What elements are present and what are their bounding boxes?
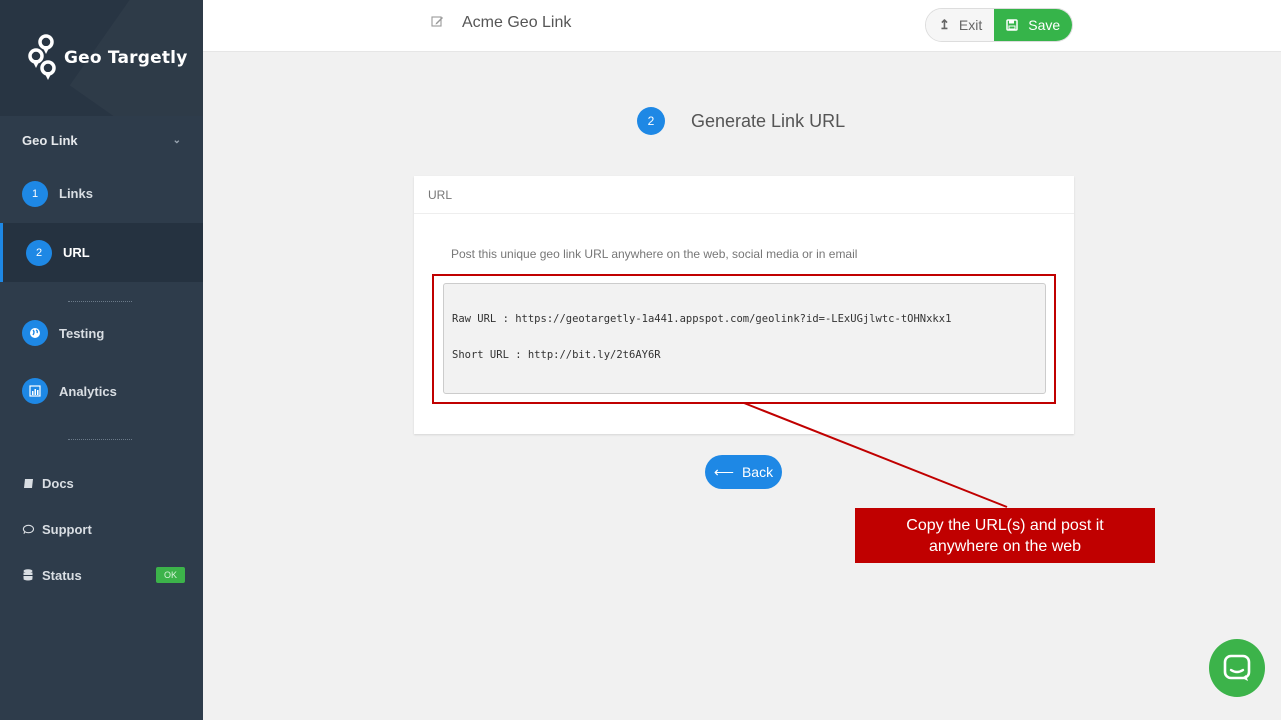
callout-annotation: Copy the URL(s) and post it anywhere on … xyxy=(855,508,1155,563)
sidebar-item-support[interactable]: Support xyxy=(0,506,203,552)
step-heading: 2 Generate Link URL xyxy=(637,107,845,135)
step-number-badge: 2 xyxy=(26,239,52,266)
back-label: Back xyxy=(741,464,774,480)
arrow-left-icon: ⟵ xyxy=(713,463,734,480)
database-icon xyxy=(22,569,34,581)
sidebar-item-testing[interactable]: Testing xyxy=(0,304,203,362)
chevron-down-icon: ⌄ xyxy=(172,134,181,146)
sidebar-item-label: Links xyxy=(59,186,93,201)
book-icon xyxy=(22,478,34,489)
sidebar-item-docs[interactable]: Docs xyxy=(0,460,203,506)
bar-chart-icon xyxy=(22,378,48,404)
url-output-box[interactable]: Raw URL : https://geotargetly-1a441.apps… xyxy=(443,283,1046,394)
chat-icon xyxy=(1223,654,1251,681)
sidebar: Geo Targetly Geo Link ⌄ 1 Links 2 URL Te… xyxy=(0,0,203,720)
page-title-text[interactable]: Acme Geo Link xyxy=(462,14,571,32)
save-label: Save xyxy=(1028,17,1061,33)
step-number-badge: 2 xyxy=(637,107,665,135)
nav-group-geo-link[interactable]: Geo Link ⌄ xyxy=(0,116,203,164)
url-card: URL Post this unique geo link URL anywhe… xyxy=(414,176,1074,434)
brand-name: Geo Targetly xyxy=(64,48,188,68)
short-url-text[interactable]: Short URL : http://bit.ly/2t6AY6R xyxy=(452,349,1037,385)
step-title: Generate Link URL xyxy=(691,110,846,131)
chat-widget-button[interactable] xyxy=(1209,639,1265,697)
sidebar-item-analytics[interactable]: Analytics xyxy=(0,362,203,420)
nav-group-label: Geo Link xyxy=(22,132,78,148)
page-title: Acme Geo Link xyxy=(431,14,571,32)
status-badge: OK xyxy=(155,567,185,583)
globe-icon xyxy=(22,320,48,346)
sidebar-item-status[interactable]: Status OK xyxy=(0,552,203,598)
back-button[interactable]: ⟵ Back xyxy=(705,455,782,489)
sidebar-item-url[interactable]: 2 URL xyxy=(0,223,203,282)
step-number-badge: 1 xyxy=(22,180,48,207)
sidebar-item-label: URL xyxy=(63,245,90,260)
save-button[interactable]: Save xyxy=(994,9,1073,41)
top-bar: Acme Geo Link ↥ Exit Save xyxy=(203,0,1281,52)
divider xyxy=(68,292,132,302)
exit-label: Exit xyxy=(958,17,983,33)
sidebar-item-links[interactable]: 1 Links xyxy=(0,164,203,223)
sidebar-item-label: Docs xyxy=(42,475,74,491)
edit-icon[interactable] xyxy=(431,15,444,31)
action-buttons: ↥ Exit Save xyxy=(925,8,1074,42)
sidebar-item-label: Testing xyxy=(59,325,105,341)
sidebar-item-label: Analytics xyxy=(59,383,117,399)
divider xyxy=(68,430,132,440)
exit-button[interactable]: ↥ Exit xyxy=(926,9,995,41)
raw-url-text[interactable]: Raw URL : https://geotargetly-1a441.apps… xyxy=(452,313,1037,349)
card-header: URL xyxy=(414,176,1074,214)
floppy-disk-icon xyxy=(1006,19,1018,31)
logo[interactable]: Geo Targetly xyxy=(0,0,203,116)
chat-bubble-icon xyxy=(22,524,34,535)
exit-icon: ↥ xyxy=(939,17,950,32)
location-pin-logo-icon xyxy=(28,34,56,80)
sidebar-item-label: Status xyxy=(42,567,82,583)
card-description: Post this unique geo link URL anywhere o… xyxy=(451,247,858,261)
sidebar-item-label: Support xyxy=(42,521,92,537)
highlight-frame: Raw URL : https://geotargetly-1a441.apps… xyxy=(432,274,1056,404)
